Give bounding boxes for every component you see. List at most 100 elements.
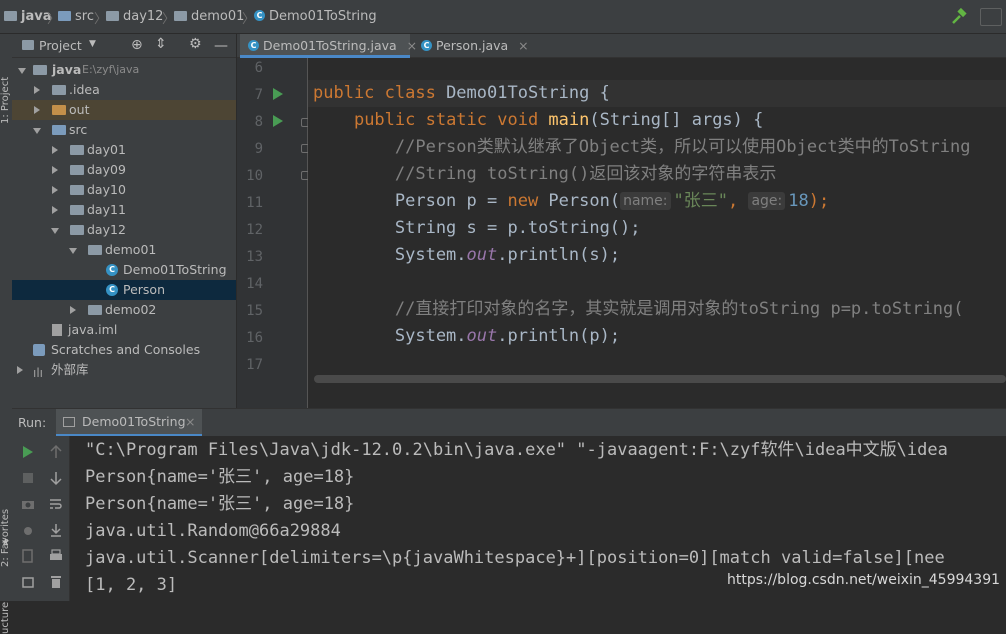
locate-crosshair-icon[interactable]: ⊕ <box>131 37 143 53</box>
tab-run-demo01tostring[interactable]: Demo01ToString × <box>56 409 202 437</box>
build-hammer-icon[interactable] <box>950 7 968 30</box>
runnable-class-icon: C <box>106 264 118 276</box>
breadcrumb-src[interactable]: src <box>58 9 94 24</box>
console-line: java.util.Random@66a29884 <box>85 521 341 541</box>
code-line-9: //Person类默认继承了Object类，所以可以使用Object类中的ToS… <box>313 137 971 157</box>
rerun-icon[interactable] <box>20 444 36 460</box>
minimize-icon[interactable]: — <box>214 38 228 54</box>
tree-item-idea[interactable]: .idea <box>12 80 236 100</box>
collapsed-arrow-icon <box>52 146 58 154</box>
package-icon <box>88 245 102 255</box>
tree-item-java-root[interactable]: java E:\zyf\java <box>12 60 236 80</box>
breadcrumb-day12[interactable]: day12 <box>106 9 163 24</box>
tree-item-external-libraries[interactable]: ılı 外部库 <box>12 360 236 380</box>
line-number: 10 <box>246 168 263 184</box>
tree-item-demo02[interactable]: demo02 <box>12 300 236 320</box>
run-toolbar <box>12 436 70 601</box>
pin-tab-icon[interactable] <box>20 574 36 590</box>
stop-icon[interactable] <box>20 470 36 486</box>
expanded-arrow-icon <box>18 68 26 74</box>
arrow-down-icon[interactable] <box>48 470 64 486</box>
gear-icon[interactable]: ⚙ <box>189 36 202 52</box>
code-line-16: System.out.println(p); <box>313 326 621 346</box>
collapse-all-icon[interactable]: ⇕ <box>155 36 167 52</box>
collapsed-arrow-icon <box>34 86 40 94</box>
trash-icon[interactable] <box>48 574 64 590</box>
tree-item-day12[interactable]: day12 <box>12 220 236 240</box>
console-line: "C:\Program Files\Java\jdk-12.0.2\bin\ja… <box>85 440 948 460</box>
tab-person[interactable]: C Person.java × <box>415 34 531 58</box>
line-number: 15 <box>246 303 263 319</box>
debug-icon[interactable] <box>20 522 36 538</box>
project-tool-label[interactable]: 1: Project <box>0 77 11 124</box>
tree-item-day01[interactable]: day01 <box>12 140 236 160</box>
code-line-11: Person p = new Person(name: "张三", age: 18)… <box>313 191 830 211</box>
project-panel: Project ▼ ⊕ ⇕ ⚙ — java E:\zyf\java .idea… <box>12 34 236 408</box>
collapsed-arrow-icon <box>17 366 23 374</box>
class-icon: C <box>421 40 432 51</box>
iml-file-icon <box>52 324 62 336</box>
breadcrumb-demo01[interactable]: demo01 <box>174 9 244 24</box>
breadcrumb-demo01tostring[interactable]: C Demo01ToString <box>254 9 377 24</box>
close-icon[interactable]: × <box>518 38 528 53</box>
console-line: Person{name='张三', age=18} <box>85 494 355 514</box>
scroll-to-end-icon[interactable] <box>48 522 64 538</box>
collapsed-arrow-icon <box>52 186 58 194</box>
tree-item-out[interactable]: out <box>12 100 236 120</box>
expanded-arrow-icon <box>69 248 77 254</box>
parameter-hint: age: <box>748 192 786 210</box>
console-line: [1, 2, 3] <box>85 575 178 595</box>
tab-demo01tostring[interactable]: C Demo01ToString.java × <box>240 34 417 58</box>
package-icon <box>174 10 187 21</box>
star-icon: ★ <box>1 537 10 548</box>
console-icon <box>63 417 75 427</box>
arrow-up-icon[interactable] <box>48 444 64 460</box>
code-line-8: public static void main(String[] args) { <box>353 110 764 130</box>
tree-item-scratches[interactable]: Scratches and Consoles <box>12 340 236 360</box>
structure-tool-label[interactable]: ucture <box>0 602 11 634</box>
run-main-gutter-icon[interactable] <box>273 115 283 127</box>
navigation-bar: java 〉 src 〉 day12 〉 demo01 〉 C Demo01ToS… <box>0 0 1006 34</box>
run-panel-header: Run: Demo01ToString × <box>12 408 1006 437</box>
code-editor[interactable]: public class Demo01ToString { public sta… <box>308 58 1006 408</box>
code-line-12: String s = p.toString(); <box>313 218 641 238</box>
print-icon[interactable] <box>48 548 64 564</box>
source-folder-icon <box>52 125 66 135</box>
line-number: 6 <box>254 60 263 76</box>
tree-item-person[interactable]: C Person <box>12 280 236 300</box>
editor-horizontal-scrollbar[interactable] <box>314 375 1006 383</box>
package-icon <box>70 225 84 235</box>
soft-wrap-icon[interactable] <box>48 496 64 512</box>
code-line-15: //直接打印对象的名字，其实就是调用对象的toString p=p.toStri… <box>313 299 964 319</box>
package-icon <box>70 145 84 155</box>
breadcrumb-java[interactable]: java <box>4 9 51 24</box>
library-icon: ılı <box>33 366 44 380</box>
package-icon <box>88 305 102 315</box>
camera-icon[interactable] <box>20 496 36 512</box>
tree-item-java-iml[interactable]: java.iml <box>12 320 236 340</box>
code-line-7: public class Demo01ToString { <box>308 80 1006 107</box>
console-line: Person{name='张三', age=18} <box>85 467 355 487</box>
tree-item-src[interactable]: src <box>12 120 236 140</box>
tree-item-day10[interactable]: day10 <box>12 180 236 200</box>
line-number: 11 <box>246 195 263 211</box>
close-icon[interactable]: × <box>185 414 195 429</box>
expanded-arrow-icon <box>51 228 59 234</box>
exit-icon[interactable] <box>20 548 36 564</box>
project-view-title[interactable]: Project <box>39 38 82 53</box>
line-number: 9 <box>254 141 263 157</box>
run-panel-label: Run: <box>18 415 47 430</box>
watermark-url: https://blog.csdn.net/weixin_45994391 <box>727 572 1001 588</box>
collapsed-arrow-icon <box>52 166 58 174</box>
code-line-10: //String toString()返回该对象的字符串表示 <box>313 164 777 184</box>
run-config-dropdown[interactable] <box>980 8 1002 26</box>
chevron-down-icon[interactable]: ▼ <box>89 39 96 49</box>
tree-item-day09[interactable]: day09 <box>12 160 236 180</box>
run-class-gutter-icon[interactable] <box>273 88 283 100</box>
tree-item-demo01tostring[interactable]: C Demo01ToString <box>12 260 236 280</box>
line-number: 16 <box>246 330 263 346</box>
scratches-icon <box>33 344 45 356</box>
tree-item-demo01[interactable]: demo01 <box>12 240 236 260</box>
package-icon <box>70 205 84 215</box>
tree-item-day11[interactable]: day11 <box>12 200 236 220</box>
